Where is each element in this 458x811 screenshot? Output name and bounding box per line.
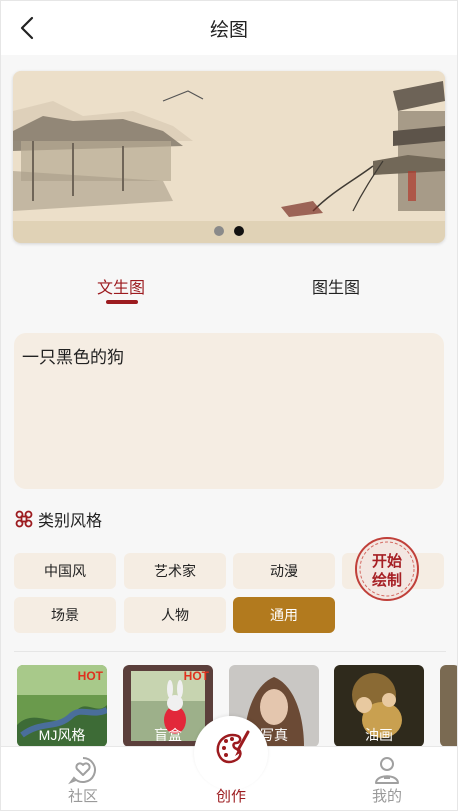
thumbnail-mj-style[interactable]: HOT MJ风格 [17,665,107,747]
thumbnail-label: MJ风格 [38,727,86,743]
tabbar-item-community[interactable]: 社区 [43,747,123,811]
style-chip-general[interactable]: 通用 [233,597,335,633]
thumbnail-partial[interactable] [440,665,457,747]
tabbar-item-profile[interactable]: 我的 [347,747,427,811]
heart-chat-icon [68,757,96,785]
mode-tabs: 文生图 图生图 [1,266,457,311]
hot-badge: HOT [77,669,103,683]
tabbar-label-community: 社区 [67,788,98,805]
carousel-dot-active[interactable] [234,226,244,236]
style-chip-chinese[interactable]: 中国风 [14,553,116,589]
tabbar-label-profile: 我的 [371,788,402,805]
style-chip-people[interactable]: 人物 [124,597,226,633]
prompt-text: 一只黑色的狗 [22,348,124,367]
banner-landscape-image [13,71,445,243]
style-section-title: 类别风格 [38,513,103,530]
divider [14,651,446,652]
create-tab-bubble[interactable] [194,716,268,790]
carousel-dots [13,226,445,236]
tab-text-to-image[interactable]: 文生图 [97,274,145,298]
command-icon [15,510,33,528]
style-chip-artist[interactable]: 艺术家 [124,553,226,589]
active-tab-indicator [106,300,138,304]
thumbnail-label: 油画 [365,727,393,743]
style-section-header: 类别风格 [14,507,102,531]
user-icon [375,757,399,784]
style-chip-scene[interactable]: 场景 [14,597,116,633]
prompt-textarea[interactable]: 一只黑色的狗 [14,333,444,489]
start-drawing-seal-icon: 开始 绘制 [355,537,419,601]
top-bar: 绘图 [1,1,457,55]
drawing-page: 绘图 文生图 图生图 一只黑色的狗 类别风格 中国风 艺术家 动漫 场景 人物 … [0,0,458,811]
palette-brush-icon [216,730,250,764]
page-title: 绘图 [209,20,248,41]
svg-text:开始: 开始 [372,552,402,570]
carousel-dot[interactable] [214,226,224,236]
thumbnail-oil-painting[interactable]: 油画 [334,665,424,747]
svg-text:绘制: 绘制 [372,571,402,589]
style-chip-anime[interactable]: 动漫 [233,553,335,589]
start-drawing-button[interactable]: 开始 绘制 [354,536,420,602]
tab-image-to-image[interactable]: 图生图 [312,274,360,298]
hot-badge: HOT [183,669,209,683]
banner-carousel[interactable] [13,71,445,243]
